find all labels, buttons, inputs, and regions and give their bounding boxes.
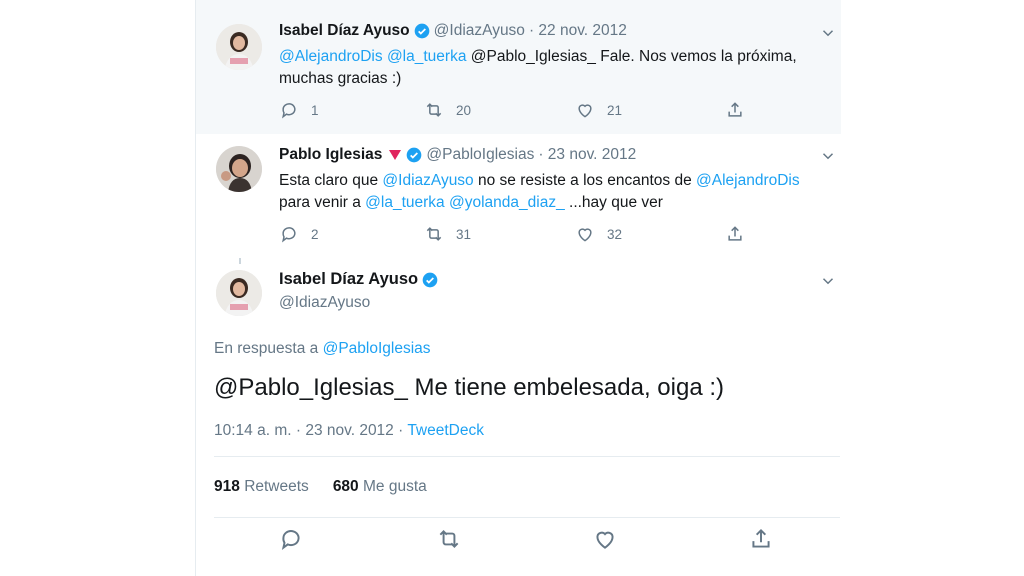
mention-link[interactable]: @yolanda_diaz_ xyxy=(449,194,565,211)
divider xyxy=(214,456,840,457)
tweet-date[interactable]: · 23 nov. 2012 xyxy=(538,146,636,164)
chevron-down-icon[interactable] xyxy=(819,272,837,290)
tweet-actions: 1 20 21 xyxy=(279,100,779,122)
share-button[interactable] xyxy=(725,100,745,120)
reply-icon xyxy=(281,530,300,551)
verified-badge-icon xyxy=(422,272,438,287)
mention-link[interactable]: @la_tuerka xyxy=(365,194,445,211)
author-handle[interactable]: @PabloIglesias xyxy=(426,146,534,164)
likes-label: Me gusta xyxy=(363,478,427,495)
like-button[interactable]: 21 xyxy=(575,100,622,120)
retweet-icon xyxy=(439,530,459,548)
engagement-stats: 918 Retweets 680 Me gusta xyxy=(214,478,427,496)
red-triangle-icon xyxy=(389,150,402,160)
share-icon xyxy=(728,226,742,241)
reply-count: 2 xyxy=(311,226,319,242)
author-name[interactable]: Isabel Díaz Ayuso xyxy=(279,22,410,40)
divider xyxy=(214,517,840,518)
tweet-text-segment: muchas gracias :) xyxy=(279,70,402,87)
retweet-button[interactable]: 31 xyxy=(424,224,471,244)
main-tweet-actions xyxy=(196,526,841,562)
verified-badge-icon xyxy=(414,23,429,39)
avatar[interactable] xyxy=(216,270,262,316)
like-button[interactable] xyxy=(592,526,620,554)
retweet-button[interactable] xyxy=(436,526,464,554)
tweet-text-segment: no se resiste a los encantos de xyxy=(478,172,692,189)
tweet-thread-column: Isabel Díaz Ayuso @IdiazAyuso · 22 nov. … xyxy=(195,0,841,576)
author-handle[interactable]: @IdiazAyuso xyxy=(434,22,525,40)
source-link[interactable]: TweetDeck xyxy=(407,422,484,439)
retweets-label: Retweets xyxy=(244,478,309,495)
mention-link[interactable]: @AlejandroDis xyxy=(696,172,800,189)
reply-context: En respuesta a @PabloIglesias xyxy=(214,340,431,358)
avatar[interactable] xyxy=(216,24,262,70)
like-count: 21 xyxy=(607,102,623,118)
reply-button[interactable] xyxy=(278,526,306,554)
retweets-count: 918 xyxy=(214,478,240,495)
heart-icon xyxy=(596,531,614,549)
share-button[interactable] xyxy=(748,526,776,554)
mention-link[interactable]: @la_tuerka xyxy=(387,48,467,65)
heart-icon xyxy=(578,104,592,118)
tweet-text-segment: @Pablo_Iglesias_ Fale. Nos vemos la próx… xyxy=(470,48,797,65)
retweet-count: 20 xyxy=(456,102,472,118)
tweet-text-segment: ...hay que ver xyxy=(569,194,663,211)
like-count: 32 xyxy=(607,226,623,242)
tweet-actions: 2 31 32 xyxy=(279,224,779,246)
share-icon xyxy=(752,528,770,548)
retweet-icon xyxy=(426,227,442,241)
tweet-card[interactable]: Isabel Díaz Ayuso @IdiazAyuso · 22 nov. … xyxy=(196,0,841,134)
reply-count: 1 xyxy=(311,102,319,118)
retweet-button[interactable]: 20 xyxy=(424,100,471,120)
timestamp-link[interactable]: 10:14 a. m. · 23 nov. 2012 · xyxy=(214,422,403,439)
tweet-text-segment: Esta claro que xyxy=(279,172,379,189)
avatar[interactable] xyxy=(216,146,262,192)
verified-badge-icon xyxy=(407,147,422,163)
likes-stat[interactable]: 680 Me gusta xyxy=(333,478,427,496)
reply-prefix: En respuesta a xyxy=(214,340,319,357)
author-name[interactable]: Isabel Díaz Ayuso xyxy=(279,270,418,289)
mention-link[interactable]: @IdiazAyuso xyxy=(382,172,473,189)
main-tweet-author: Isabel Díaz Ayuso xyxy=(279,270,438,289)
reply-button[interactable]: 2 xyxy=(279,224,319,244)
tweet-card[interactable]: Pablo Iglesias @PabloIglesias · 23 nov. … xyxy=(196,134,841,258)
reply-handle-link[interactable]: @PabloIglesias xyxy=(323,340,431,357)
tweet-text-segment: para venir a xyxy=(279,194,361,211)
tweet-header: Pablo Iglesias @PabloIglesias · 23 nov. … xyxy=(279,146,636,164)
reply-icon xyxy=(281,103,296,119)
chevron-down-icon[interactable] xyxy=(819,147,837,165)
chevron-down-icon[interactable] xyxy=(819,24,837,42)
author-handle[interactable]: @IdiazAyuso xyxy=(279,294,370,312)
retweets-stat[interactable]: 918 Retweets xyxy=(214,478,309,496)
main-tweet-text: @Pablo_Iglesias_ Me tiene embelesada, oi… xyxy=(214,374,724,401)
heart-icon xyxy=(578,228,592,242)
likes-count: 680 xyxy=(332,478,359,495)
share-button[interactable] xyxy=(725,224,745,244)
tweet-timestamp: 10:14 a. m. · 23 nov. 2012 · TweetDeck xyxy=(214,422,484,440)
retweet-icon xyxy=(426,103,442,117)
like-button[interactable]: 32 xyxy=(575,224,622,244)
retweet-count: 31 xyxy=(456,226,472,242)
tweet-header: Isabel Díaz Ayuso @IdiazAyuso · 22 nov. … xyxy=(279,22,627,40)
reply-icon xyxy=(281,227,296,243)
share-icon xyxy=(728,102,742,117)
tweet-date[interactable]: · 22 nov. 2012 xyxy=(529,22,627,40)
tweet-text: @AlejandroDis @la_tuerka @Pablo_Iglesias… xyxy=(279,46,839,90)
author-name[interactable]: Pablo Iglesias xyxy=(279,146,382,164)
tweet-text: Esta claro que @IdiazAyuso no se resiste… xyxy=(279,170,839,214)
mention-link[interactable]: @AlejandroDis xyxy=(279,48,383,65)
reply-button[interactable]: 1 xyxy=(279,100,319,120)
